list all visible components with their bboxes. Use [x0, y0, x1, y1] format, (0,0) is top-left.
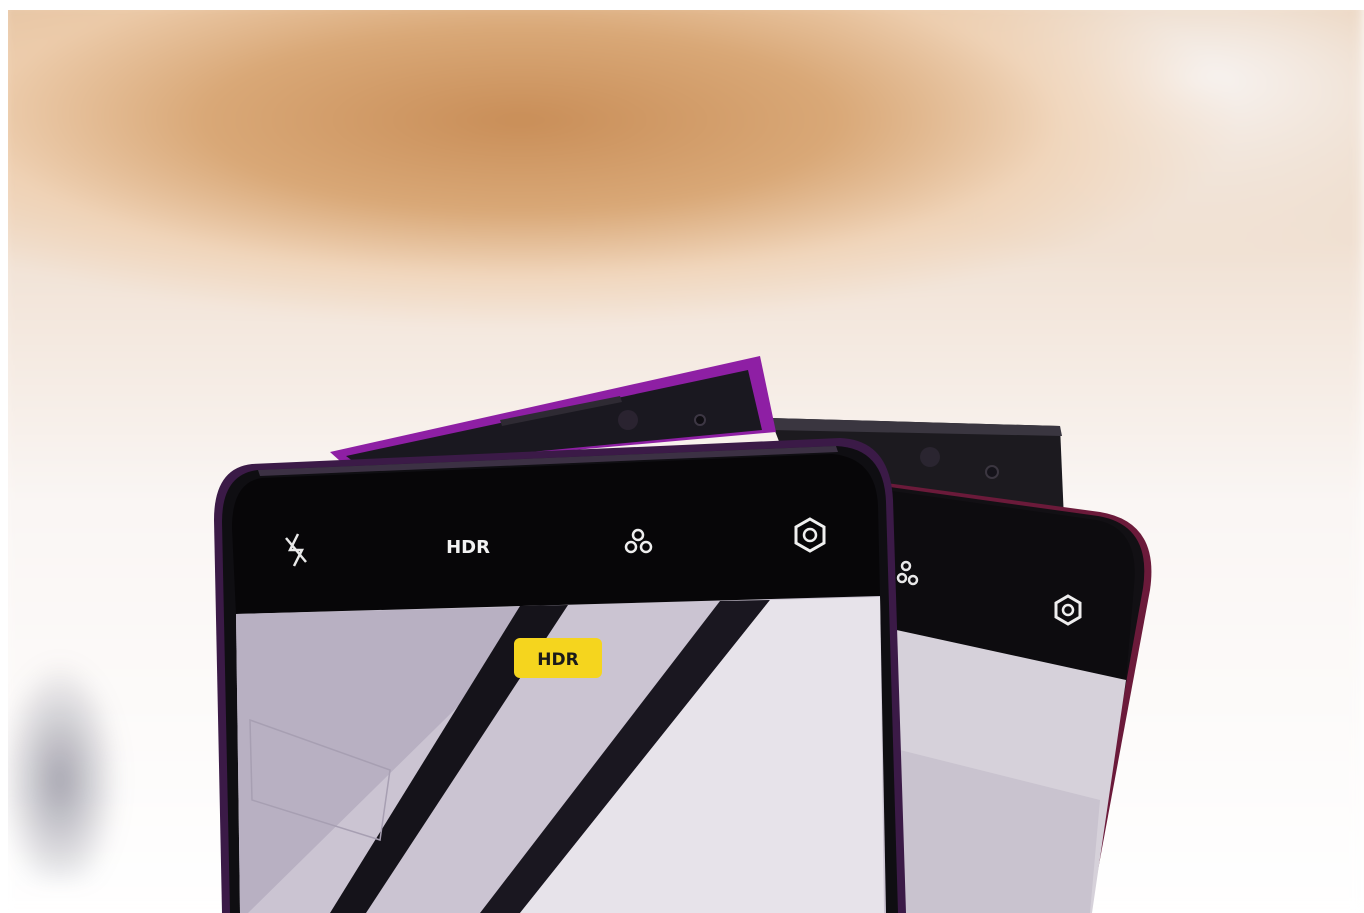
back-camera-lens	[920, 447, 940, 467]
phones-illustration: HDR HDR	[214, 356, 1152, 913]
hdr-toggle-button[interactable]: HDR	[446, 537, 490, 558]
camera-toolbar	[232, 454, 880, 614]
hdr-status-badge: HDR	[514, 638, 602, 678]
front-camera-lens	[618, 410, 638, 430]
hdr-badge-label: HDR	[537, 650, 578, 670]
photo-scene: HDR HDR	[0, 0, 1364, 913]
